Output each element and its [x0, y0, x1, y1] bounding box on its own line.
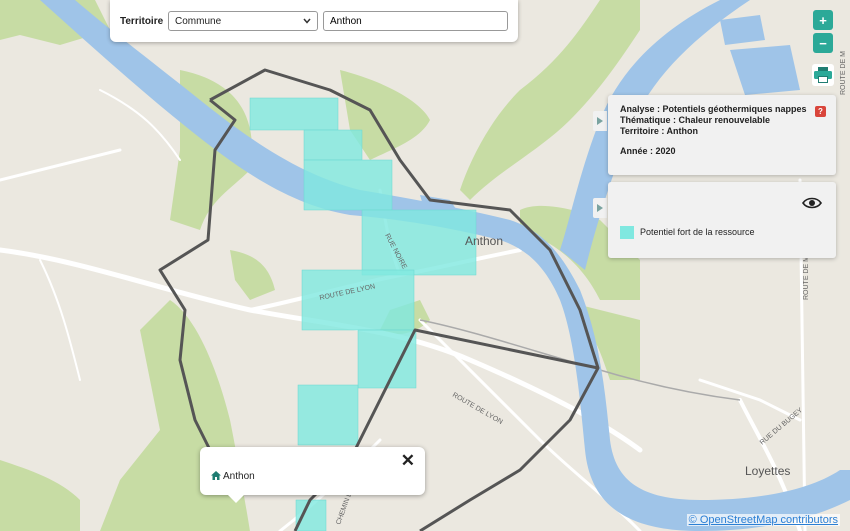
zoom-in-button[interactable]: +	[813, 10, 833, 30]
commune-popup: ✕ Anthon	[200, 447, 425, 503]
zoom-out-button[interactable]: −	[813, 33, 833, 53]
info-year: Année : 2020	[620, 146, 676, 156]
legend-label-potential: Potentiel fort de la ressource	[640, 227, 755, 237]
chevron-down-icon	[303, 18, 311, 24]
eye-icon[interactable]	[802, 196, 822, 210]
territory-label: Territoire	[120, 15, 164, 27]
info-analysis: Analyse : Potentiels géothermiques nappe…	[620, 104, 807, 114]
print-button[interactable]	[812, 64, 834, 86]
label-loyettes: Loyettes	[745, 464, 790, 478]
label-route-de-m: ROUTE DE M	[803, 256, 810, 300]
territory-name-input[interactable]	[323, 11, 508, 31]
caret-right-icon	[597, 204, 603, 212]
info-panel-toggle[interactable]	[593, 111, 607, 131]
legend-panel-toggle[interactable]	[593, 198, 607, 218]
osm-attribution-link[interactable]: © OpenStreetMap contributors	[686, 514, 840, 526]
info-theme: Thématique : Chaleur renouvelable	[620, 115, 771, 125]
home-icon	[211, 471, 221, 480]
map-canvas[interactable]: Anthon Loyettes ROUTE DE LYON ROUTE DE L…	[0, 0, 850, 531]
info-territory: Territoire : Anthon	[620, 126, 698, 136]
analysis-info-panel: Analyse : Potentiels géothermiques nappe…	[608, 95, 836, 175]
caret-right-icon	[597, 117, 603, 125]
legend-panel: Potentiel fort de la ressource	[608, 182, 836, 258]
help-icon[interactable]: ?	[815, 106, 826, 117]
territory-filter-panel: Territoire Commune	[110, 0, 518, 42]
territory-type-value: Commune	[175, 15, 222, 27]
close-icon[interactable]: ✕	[401, 451, 415, 471]
legend-swatch-potential	[620, 226, 634, 239]
territory-type-select[interactable]: Commune	[168, 11, 318, 31]
popup-commune-name: Anthon	[223, 471, 255, 482]
label-route-de-m-top: ROUTE DE M	[840, 51, 847, 95]
printer-icon	[814, 67, 832, 83]
label-anthon: Anthon	[465, 234, 503, 248]
